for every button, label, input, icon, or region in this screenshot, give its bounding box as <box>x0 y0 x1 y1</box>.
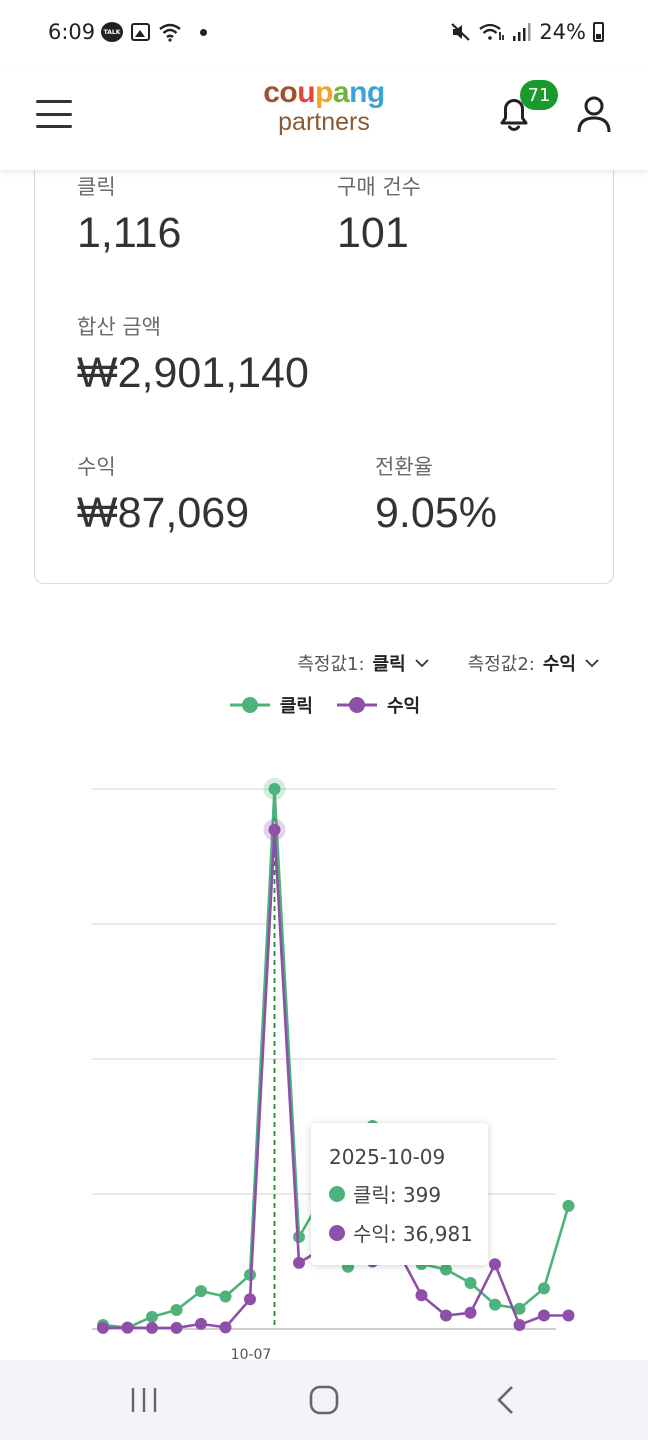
kakaotalk-icon: TALK <box>101 22 123 42</box>
clicks-point <box>464 1276 477 1289</box>
tooltip-clicks-label: 클릭 <box>353 1183 390 1207</box>
status-system-icons: 24% <box>450 20 604 44</box>
legend-label-clicks: 클릭 <box>279 696 313 717</box>
metric-orders: 구매 건수 101 <box>337 171 421 258</box>
revenue-point <box>146 1321 158 1334</box>
metric-clicks: 클릭 1,116 <box>77 171 181 258</box>
revenue-point <box>219 1321 232 1334</box>
summary-card: 클릭 1,116 구매 건수 101 합산 금액 ₩2,901,140 수익 ₩… <box>34 150 614 584</box>
measure-selectors: 측정값1: 클릭 측정값2: 수익 <box>297 650 600 676</box>
revenue-point <box>268 823 281 836</box>
battery-percent: 24% <box>539 20 586 44</box>
recent-apps-icon[interactable] <box>128 1384 160 1416</box>
metric-value: 101 <box>337 209 409 257</box>
legend-label-revenue: 수익 <box>387 696 421 717</box>
revenue-point <box>244 1293 256 1306</box>
metric-total-amount: 합산 금액 ₩2,901,140 <box>77 311 309 398</box>
system-nav-bar <box>0 1360 648 1440</box>
metric-label: 구매 건수 <box>337 175 421 199</box>
legend-swatch-revenue <box>337 697 377 713</box>
metric-label: 수익 <box>77 455 116 479</box>
gallery-icon <box>131 23 150 41</box>
revenue-point <box>464 1306 477 1319</box>
revenue-point <box>121 1321 134 1334</box>
measure1-value: 클릭 <box>372 654 406 675</box>
notification-badge: 71 <box>520 80 558 110</box>
revenue-point <box>415 1289 428 1302</box>
logo-subtext: partners <box>278 108 370 136</box>
legend-item-clicks[interactable]: 클릭 <box>228 692 313 718</box>
metric-value: 9.05% <box>375 489 497 537</box>
battery-icon <box>593 22 604 42</box>
chevron-down-icon <box>585 659 599 668</box>
metric-label: 전환율 <box>375 455 433 479</box>
tooltip-clicks-value: 399 <box>402 1183 442 1207</box>
tooltip-date: 2025-10-09 <box>329 1145 446 1169</box>
chart-tooltip: 2025-10-09 클릭: 399 수익: 36,981 <box>311 1123 488 1265</box>
app-header: coupang partners 71 <box>0 66 648 170</box>
metric-value: ₩87,069 <box>77 489 250 537</box>
status-bar: 6:09 TALK 24% <box>0 0 648 66</box>
revenue-point <box>293 1256 305 1269</box>
metric-value: ₩2,901,140 <box>77 349 309 397</box>
revenue-point <box>195 1317 207 1330</box>
wifi-calling-icon <box>479 23 505 40</box>
revenue-point <box>170 1321 183 1334</box>
metric-label: 합산 금액 <box>77 315 161 339</box>
metric-value: 1,116 <box>77 209 182 257</box>
measure2-label: 측정값2: <box>467 654 535 675</box>
tooltip-dot-clicks <box>329 1185 345 1202</box>
tooltip-dot-revenue <box>329 1224 345 1241</box>
measure2-dropdown[interactable]: 측정값2: 수익 <box>468 650 600 676</box>
clicks-point <box>268 783 281 795</box>
tooltip-revenue-label: 수익 <box>353 1222 390 1246</box>
measure1-label: 측정값1: <box>297 654 365 675</box>
status-time: 6:09 <box>48 20 96 44</box>
home-icon[interactable] <box>308 1384 340 1416</box>
signal-icon <box>513 23 531 41</box>
tooltip-row-revenue: 수익: 36,981 <box>329 1218 488 1247</box>
clicks-point <box>538 1282 550 1295</box>
notification-button[interactable]: 71 <box>494 80 558 134</box>
clicks-point <box>170 1304 183 1317</box>
metric-label: 클릭 <box>77 175 116 199</box>
revenue-point <box>97 1321 109 1334</box>
status-notification-icons: TALK <box>101 22 207 42</box>
user-icon[interactable] <box>576 94 612 134</box>
revenue-point <box>440 1309 452 1322</box>
clicks-point <box>489 1298 501 1311</box>
line-chart[interactable]: 10-07 <box>0 740 648 1360</box>
tooltip-row-clicks: 클릭: 399 <box>329 1179 488 1208</box>
clicks-point <box>440 1263 452 1276</box>
metric-conversion: 전환율 9.05% <box>375 451 497 538</box>
measure1-dropdown[interactable]: 측정값1: 클릭 <box>297 650 429 676</box>
tooltip-revenue-value: 36,981 <box>402 1222 473 1246</box>
clicks-point <box>195 1285 207 1298</box>
measure2-value: 수익 <box>542 654 576 675</box>
legend-item-revenue[interactable]: 수익 <box>335 692 420 718</box>
revenue-point <box>513 1318 526 1331</box>
back-icon[interactable] <box>490 1384 522 1416</box>
revenue-point <box>489 1258 501 1271</box>
more-notifications-dot-icon <box>200 28 207 36</box>
chevron-down-icon <box>415 659 429 668</box>
legend-swatch-clicks <box>229 697 270 713</box>
wifi-icon <box>159 23 181 42</box>
clicks-point <box>562 1199 575 1212</box>
clicks-point <box>146 1310 158 1323</box>
revenue-point <box>562 1309 575 1322</box>
clicks-point <box>219 1290 232 1303</box>
metric-revenue: 수익 ₩87,069 <box>77 451 249 538</box>
chart-legend: 클릭 수익 <box>0 692 648 718</box>
x-tick-label: 10-07 <box>231 1347 272 1360</box>
revenue-point <box>538 1309 550 1322</box>
mute-icon <box>451 23 471 41</box>
